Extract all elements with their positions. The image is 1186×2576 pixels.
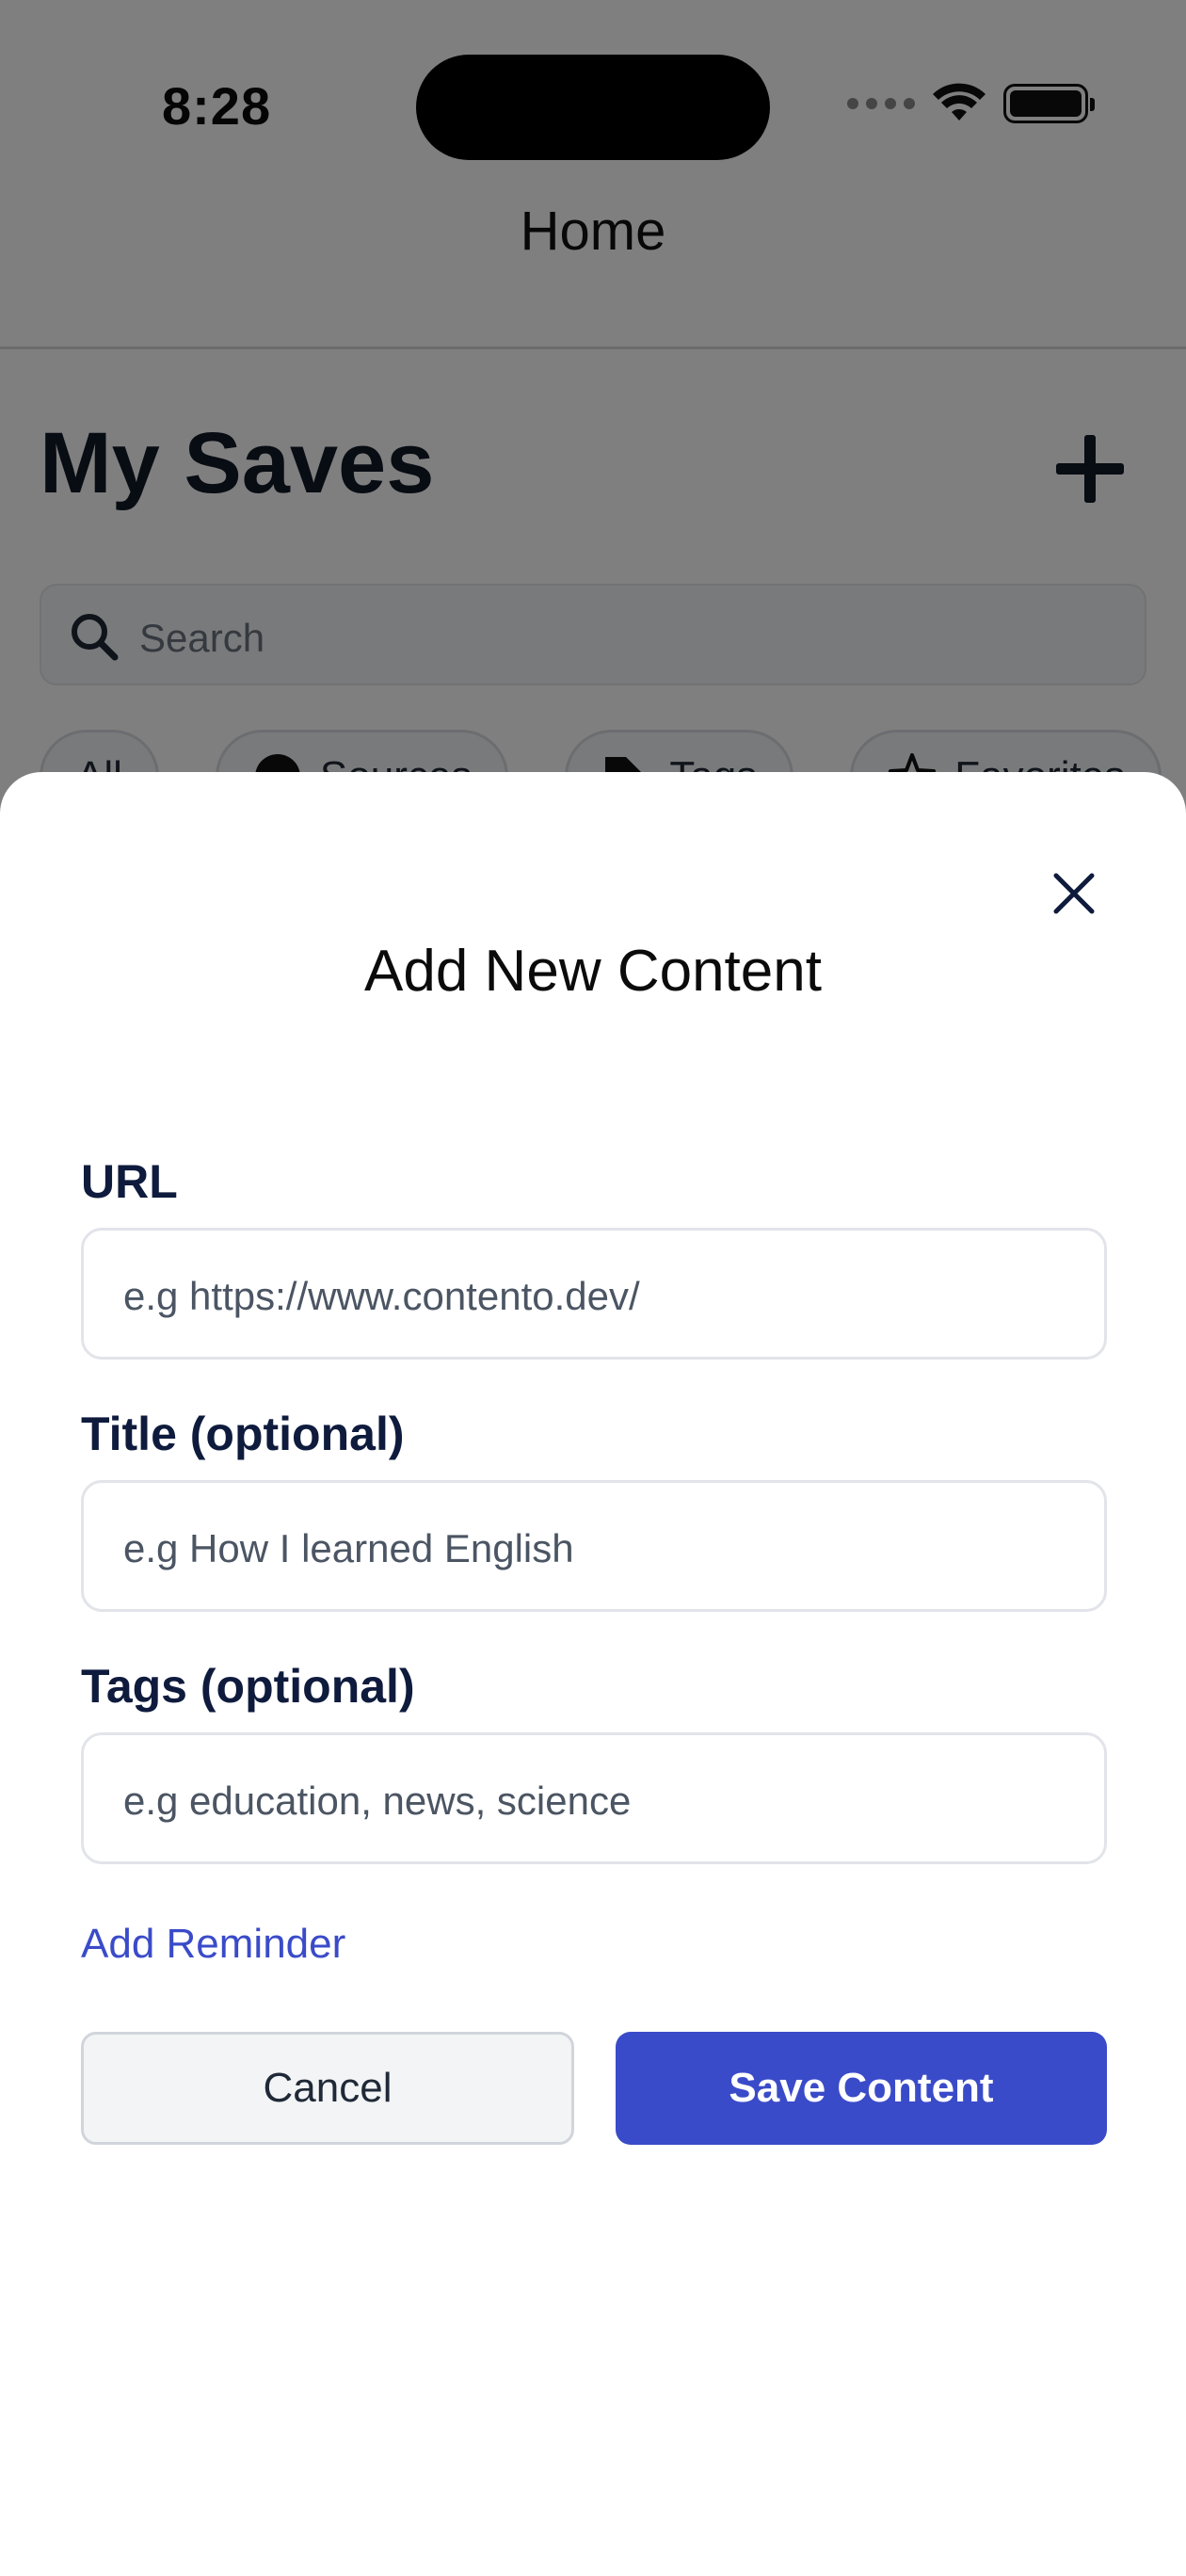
sheet-title: Add New Content [364,939,822,1004]
url-input[interactable]: e.g https://www.contento.dev/ [81,1228,1107,1360]
tags-placeholder: e.g education, news, science [123,1779,632,1823]
close-icon[interactable] [1043,862,1105,925]
cancel-button[interactable]: Cancel [81,2032,574,2145]
save-content-button[interactable]: Save Content [616,2032,1107,2145]
cancel-button-label: Cancel [263,2065,393,2111]
title-input[interactable]: e.g How I learned English [81,1480,1107,1612]
add-reminder-link[interactable]: Add Reminder [81,1921,345,1968]
title-placeholder: e.g How I learned English [123,1526,574,1570]
tags-label: Tags (optional) [81,1660,415,1713]
tags-input[interactable]: e.g education, news, science [81,1732,1107,1864]
add-content-sheet: Add New Content URL e.g https://www.cont… [0,772,1186,2576]
save-button-label: Save Content [729,2065,994,2111]
url-label: URL [81,1155,178,1208]
url-placeholder: e.g https://www.contento.dev/ [123,1274,640,1318]
title-label: Title (optional) [81,1408,405,1460]
